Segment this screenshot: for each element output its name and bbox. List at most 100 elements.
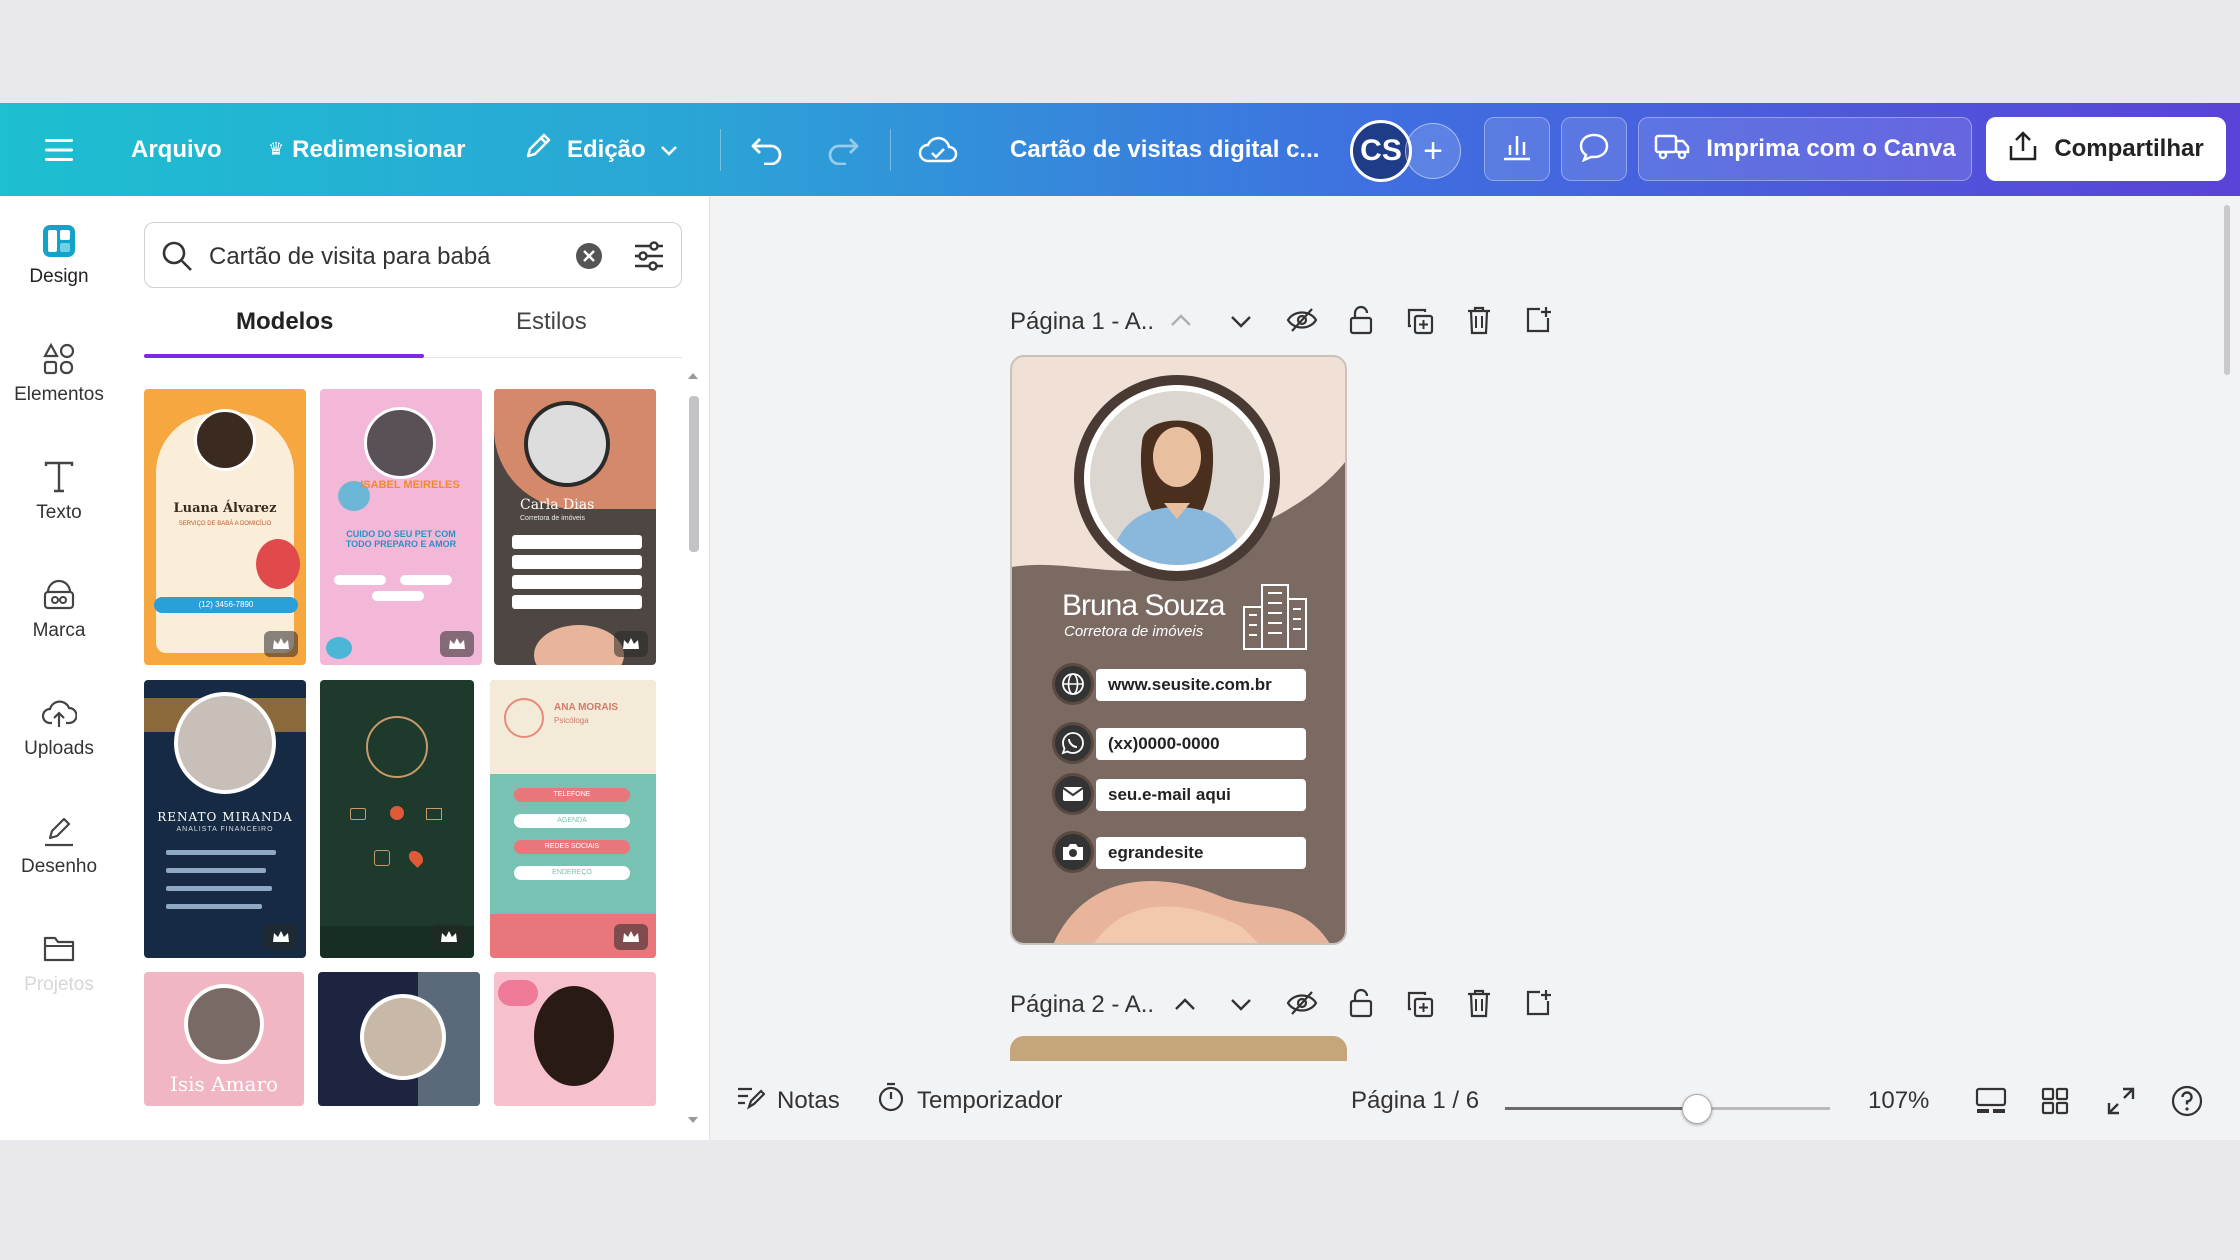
heart-shape xyxy=(256,539,300,589)
clear-icon[interactable] xyxy=(575,242,603,275)
page-indicator[interactable]: Página 1 / 6 xyxy=(1351,1061,1479,1140)
chip xyxy=(334,575,386,585)
contact-row[interactable]: (xx)0000-0000 xyxy=(1052,722,1308,764)
contact-row[interactable]: www.seusite.com.br xyxy=(1052,663,1308,705)
page-view-icon[interactable] xyxy=(1975,1061,2007,1140)
tab-styles[interactable]: Estilos xyxy=(516,308,587,336)
template-thumbnail[interactable] xyxy=(320,680,474,958)
sidebar-item-elements[interactable]: Elementos xyxy=(0,324,118,434)
help-icon[interactable] xyxy=(2171,1061,2203,1140)
add-people-button[interactable]: + xyxy=(1405,123,1461,179)
template-thumbnail[interactable]: ISABEL MEIRELES CUIDO DO SEU PET COM TOD… xyxy=(320,389,482,665)
building-icon xyxy=(1240,579,1310,656)
duplicate-icon[interactable] xyxy=(1406,990,1434,1023)
panel-scrollbar[interactable] xyxy=(685,368,701,1136)
add-page-icon[interactable] xyxy=(1524,305,1552,338)
sidebar-item-uploads[interactable]: Uploads xyxy=(0,678,118,788)
lock-icon[interactable] xyxy=(1348,988,1374,1023)
timer-icon xyxy=(877,1082,905,1119)
grid-view-icon[interactable] xyxy=(2041,1061,2069,1140)
chevron-down-icon[interactable] xyxy=(1230,998,1252,1017)
template-button: ENDEREÇO xyxy=(514,866,630,880)
business-card-page-1[interactable]: Bruna Souza Corretora de imóveis www.seu… xyxy=(1010,355,1347,945)
hamburger-icon[interactable] xyxy=(45,103,73,196)
timer-label: Temporizador xyxy=(917,1086,1063,1114)
lock-icon[interactable] xyxy=(1348,305,1374,340)
file-menu[interactable]: Arquivo xyxy=(131,103,222,196)
filter-icon[interactable] xyxy=(633,240,665,277)
undo-icon[interactable] xyxy=(750,103,784,196)
template-thumbnail[interactable] xyxy=(494,972,656,1106)
photo xyxy=(534,986,614,1086)
template-thumbnail[interactable]: RENATO MIRANDA ANALISTA FINANCEIRO xyxy=(144,680,306,958)
chevron-down-icon[interactable] xyxy=(1230,315,1252,334)
templates-panel: Cartão de visita para babá Modelos Estil… xyxy=(118,196,710,1140)
template-thumbnail[interactable]: Luana Álvarez SERVIÇO DE BABÁ A DOMICÍLI… xyxy=(144,389,306,665)
resize-button[interactable]: ♛ Redimensionar xyxy=(268,103,466,196)
avatar[interactable]: CS xyxy=(1350,120,1412,182)
comment-icon xyxy=(1578,132,1610,167)
add-page-icon[interactable] xyxy=(1524,988,1552,1021)
template-thumbnail[interactable]: Isis Amaro xyxy=(144,972,304,1106)
search-input[interactable]: Cartão de visita para babá xyxy=(209,243,491,271)
share-button[interactable]: Compartilhar xyxy=(1986,117,2226,181)
scroll-down-icon[interactable] xyxy=(685,1112,701,1128)
template-name: ANA MORAIS xyxy=(554,702,619,713)
trash-icon[interactable] xyxy=(1466,305,1492,340)
chevron-up-icon[interactable] xyxy=(1174,997,1196,1016)
text-line xyxy=(166,850,276,855)
comments-button[interactable] xyxy=(1561,117,1627,181)
tab-templates[interactable]: Modelos xyxy=(236,308,333,336)
fullscreen-icon[interactable] xyxy=(2107,1061,2135,1140)
insights-button[interactable] xyxy=(1484,117,1550,181)
sidebar-item-label: Desenho xyxy=(20,856,98,877)
zoom-knob[interactable] xyxy=(1681,1094,1712,1124)
sidebar-item-projects[interactable]: Projetos xyxy=(0,914,118,1024)
page-2-title[interactable]: Página 2 - A.. xyxy=(1010,991,1154,1019)
divider xyxy=(890,129,891,171)
bottom-bar: Notas Temporizador Página 1 / 6 107% xyxy=(711,1061,2240,1140)
sidebar-item-label: Texto xyxy=(36,502,82,523)
template-thumbnail[interactable]: ANA MORAIS Psicóloga TELEFONE AGENDA RED… xyxy=(490,680,656,958)
sidebar-item-draw[interactable]: Desenho xyxy=(0,796,118,906)
paw-shape xyxy=(326,637,352,659)
page-1-title[interactable]: Página 1 - A.. xyxy=(1010,308,1154,336)
sidebar-item-brand[interactable]: Marca xyxy=(0,560,118,670)
phone-icon xyxy=(390,806,404,820)
print-button[interactable]: Imprima com o Canva xyxy=(1638,117,1972,181)
edit-mode-dropdown[interactable]: Edição xyxy=(523,103,678,196)
photo xyxy=(524,401,610,487)
brand-icon xyxy=(0,570,118,620)
duplicate-icon[interactable] xyxy=(1406,307,1434,340)
trash-icon[interactable] xyxy=(1466,988,1492,1023)
template-subtitle: CUIDO DO SEU PET COM TODO PREPARO E AMOR xyxy=(345,529,457,549)
search-box[interactable]: Cartão de visita para babá xyxy=(144,222,682,288)
text-icon xyxy=(0,452,118,502)
canvas-scrollbar[interactable] xyxy=(2224,205,2230,375)
premium-crown-icon xyxy=(264,924,298,950)
profile-photo xyxy=(1090,391,1264,565)
redo-icon[interactable] xyxy=(826,103,860,196)
template-thumbnail[interactable] xyxy=(318,972,480,1106)
template-thumbnail[interactable]: Carla Dias Corretora de imóveis xyxy=(494,389,656,665)
cloud-saved-icon[interactable] xyxy=(918,103,958,196)
contact-row[interactable]: egrandesite xyxy=(1052,831,1308,873)
truck-icon xyxy=(1654,132,1690,167)
scroll-thumb[interactable] xyxy=(689,396,699,552)
chevron-up-icon[interactable] xyxy=(1170,313,1192,332)
template-button: TELEFONE xyxy=(514,788,630,802)
app-window: Arquivo ♛ Redimensionar Edição Cartão de… xyxy=(0,103,2240,1140)
contact-row[interactable]: seu.e-mail aqui xyxy=(1052,773,1308,815)
sidebar-item-design[interactable]: Design xyxy=(0,206,118,316)
zoom-level[interactable]: 107% xyxy=(1868,1061,1929,1140)
elements-icon xyxy=(0,334,118,384)
sidebar-item-text[interactable]: Texto xyxy=(0,442,118,552)
premium-crown-icon xyxy=(440,631,474,657)
scroll-up-icon[interactable] xyxy=(685,368,701,384)
hide-page-icon[interactable] xyxy=(1286,307,1318,338)
timer-button[interactable]: Temporizador xyxy=(877,1061,1062,1140)
pencil-icon xyxy=(523,131,553,168)
notes-button[interactable]: Notas xyxy=(735,1061,840,1140)
design-title[interactable]: Cartão de visitas digital c... xyxy=(1010,103,1319,196)
hide-page-icon[interactable] xyxy=(1286,990,1318,1021)
